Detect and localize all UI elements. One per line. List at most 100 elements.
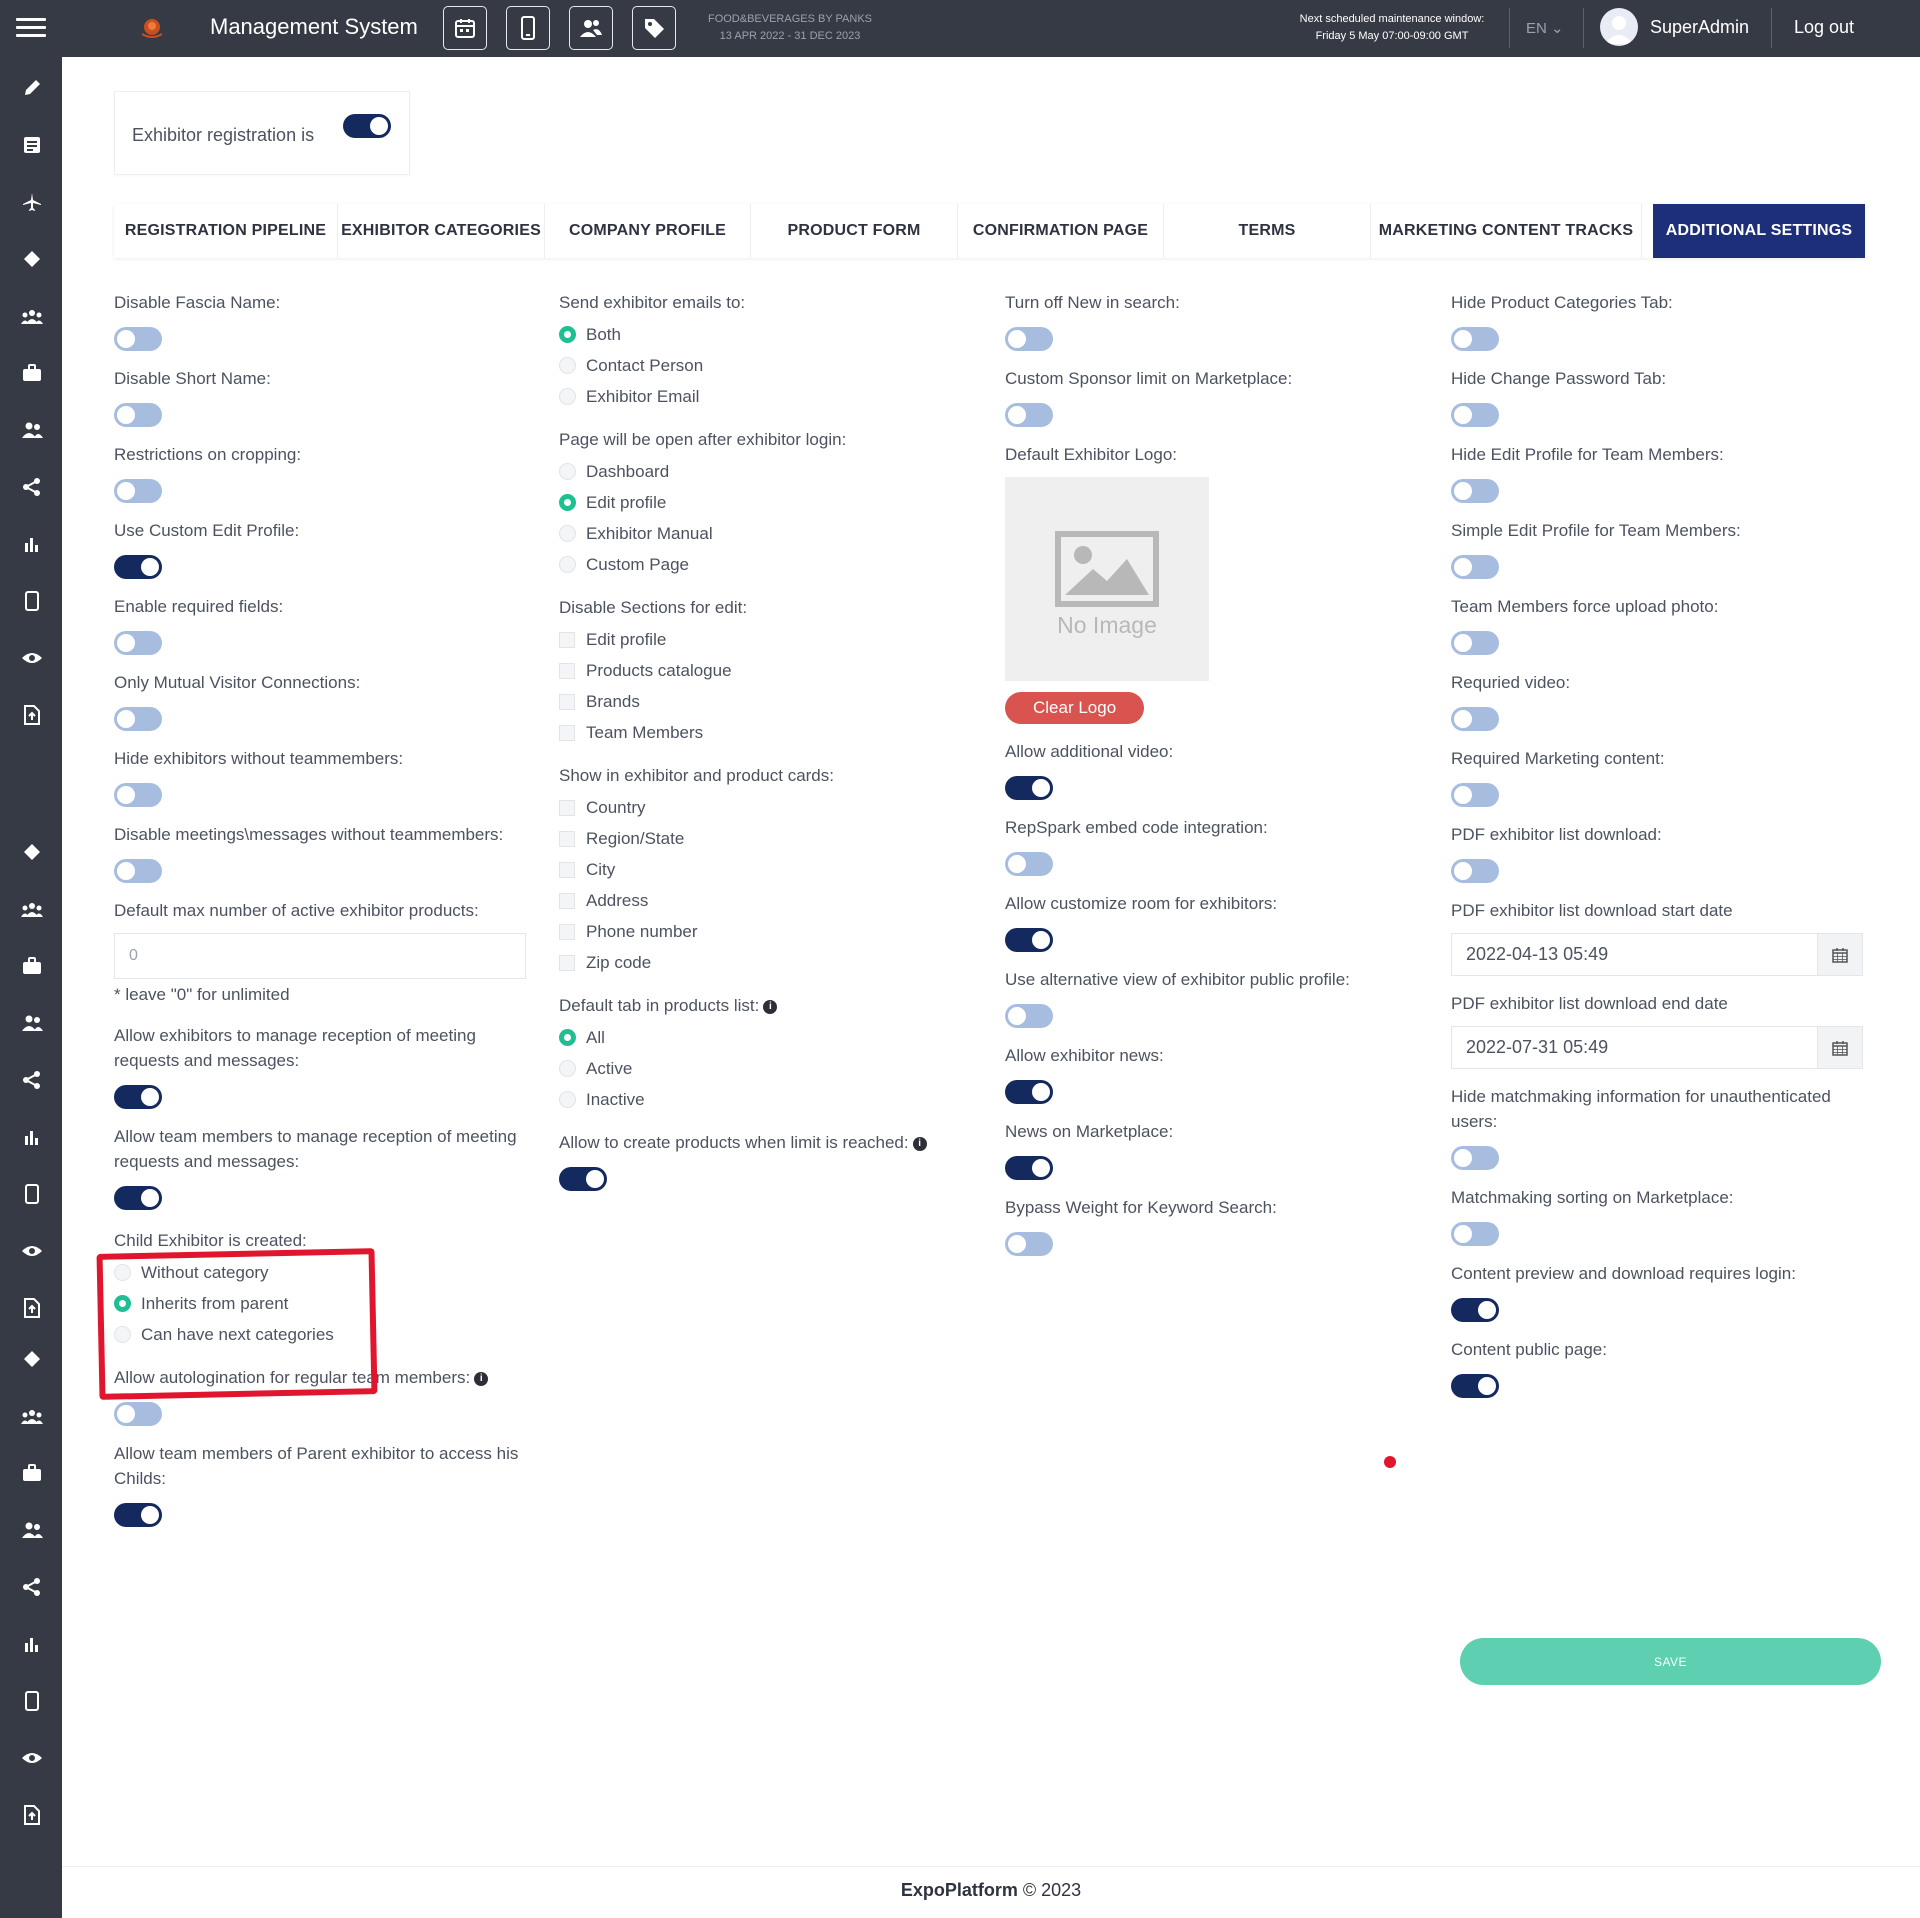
mobile-icon[interactable] [20,1182,44,1206]
calendar-icon[interactable] [1817,934,1862,975]
card-checkbox-region[interactable]: Region/State [559,823,979,854]
tab-option-active[interactable]: Active [559,1053,979,1084]
tag-icon[interactable] [632,6,676,50]
info-icon[interactable]: i [912,1136,927,1151]
checkbox[interactable] [559,799,575,816]
tab-option-all[interactable]: All [559,1022,979,1053]
checkbox[interactable] [559,693,575,710]
disable-fascia-toggle[interactable] [114,327,162,351]
share-icon[interactable] [20,475,44,499]
max-products-input[interactable]: 0 [114,933,526,979]
required-marketing-toggle[interactable] [1451,783,1499,807]
page-option-exhibitor-manual[interactable]: Exhibitor Manual [559,518,979,549]
mobile-icon[interactable] [20,1689,44,1713]
section-checkbox-team-members[interactable]: Team Members [559,717,979,748]
checkbox[interactable] [559,923,575,940]
content-preview-login-toggle[interactable] [1451,1298,1499,1322]
restrictions-cropping-toggle[interactable] [114,479,162,503]
radio-button[interactable] [559,326,576,343]
info-icon[interactable]: i [474,1371,489,1386]
pdf-end-date-value[interactable]: 2022-07-31 05:49 [1452,1027,1817,1068]
file-upload-icon[interactable] [20,1296,44,1320]
bypass-weight-toggle[interactable] [1005,1232,1053,1256]
radio-button[interactable] [559,388,576,405]
tab-terms[interactable]: TERMS [1164,204,1371,258]
checkbox[interactable] [559,724,575,741]
allow-create-products-toggle[interactable] [559,1167,607,1191]
briefcase-icon[interactable] [20,1461,44,1485]
menu-icon[interactable] [16,18,46,38]
group-icon[interactable] [20,897,44,921]
users-icon[interactable] [20,1011,44,1035]
registration-toggle[interactable] [343,114,391,138]
calendar-icon[interactable] [443,6,487,50]
card-checkbox-phone[interactable]: Phone number [559,916,979,947]
section-checkbox-products-catalogue[interactable]: Products catalogue [559,655,979,686]
briefcase-icon[interactable] [20,954,44,978]
pdf-end-date-input[interactable]: 2022-07-31 05:49 [1451,1026,1863,1069]
repspark-toggle[interactable] [1005,852,1053,876]
parent-access-toggle[interactable] [114,1503,162,1527]
radio-button[interactable] [559,1060,576,1077]
eye-icon[interactable] [20,646,44,670]
group-icon[interactable] [20,1404,44,1428]
briefcase-icon[interactable] [20,361,44,385]
tab-marketing-content-tracks[interactable]: MARKETING CONTENT TRACKS [1371,204,1642,258]
tag-icon[interactable] [20,1347,44,1371]
pdf-start-date-input[interactable]: 2022-04-13 05:49 [1451,933,1863,976]
users-icon[interactable] [20,1518,44,1542]
checkbox[interactable] [559,631,575,648]
force-upload-photo-toggle[interactable] [1451,631,1499,655]
page-option-dashboard[interactable]: Dashboard [559,456,979,487]
hide-matchmaking-toggle[interactable] [1451,1146,1499,1170]
card-checkbox-address[interactable]: Address [559,885,979,916]
send-option-contact-person[interactable]: Contact Person [559,350,979,381]
tab-confirmation-page[interactable]: CONFIRMATION PAGE [958,204,1164,258]
bar-chart-icon[interactable] [20,532,44,556]
language-selector[interactable]: EN ⌄ [1526,19,1564,37]
hide-without-team-toggle[interactable] [114,783,162,807]
radio-button[interactable] [559,1091,576,1108]
radio-button[interactable] [559,463,576,480]
pencil-icon[interactable] [20,76,44,100]
tab-registration-pipeline[interactable]: REGISTRATION PIPELINE [114,204,338,258]
default-logo-image[interactable]: No Image [1005,477,1209,681]
hide-edit-profile-team-toggle[interactable] [1451,479,1499,503]
radio-button[interactable] [559,525,576,542]
calendar-icon[interactable] [1817,1027,1862,1068]
mutual-connections-toggle[interactable] [114,707,162,731]
tab-additional-settings[interactable]: ADDITIONAL SETTINGS [1653,204,1865,258]
plane-icon[interactable] [20,190,44,214]
disable-meetings-toggle[interactable] [114,859,162,883]
eye-icon[interactable] [20,1239,44,1263]
required-fields-toggle[interactable] [114,631,162,655]
exhibitor-news-toggle[interactable] [1005,1080,1053,1104]
checkbox[interactable] [559,892,575,909]
tab-option-inactive[interactable]: Inactive [559,1084,979,1115]
avatar[interactable] [1600,8,1638,46]
autologin-toggle[interactable] [114,1402,162,1426]
mobile-icon[interactable] [506,6,550,50]
save-button[interactable]: SAVE [1460,1638,1881,1685]
send-option-exhibitor-email[interactable]: Exhibitor Email [559,381,979,412]
section-checkbox-brands[interactable]: Brands [559,686,979,717]
customize-room-toggle[interactable] [1005,928,1053,952]
users-icon[interactable] [569,6,613,50]
file-upload-icon[interactable] [20,703,44,727]
group-icon[interactable] [20,304,44,328]
send-option-both[interactable]: Both [559,319,979,350]
mobile-icon[interactable] [20,589,44,613]
hide-product-categories-toggle[interactable] [1451,327,1499,351]
hide-change-password-toggle[interactable] [1451,403,1499,427]
custom-sponsor-toggle[interactable] [1005,403,1053,427]
users-icon[interactable] [20,418,44,442]
tag-icon[interactable] [20,247,44,271]
news-marketplace-toggle[interactable] [1005,1156,1053,1180]
allow-team-manage-toggle[interactable] [114,1186,162,1210]
tab-product-form[interactable]: PRODUCT FORM [751,204,958,258]
share-icon[interactable] [20,1575,44,1599]
pdf-start-date-value[interactable]: 2022-04-13 05:49 [1452,934,1817,975]
checkbox[interactable] [559,830,575,847]
clear-logo-button[interactable]: Clear Logo [1005,692,1145,724]
required-video-toggle[interactable] [1451,707,1499,731]
